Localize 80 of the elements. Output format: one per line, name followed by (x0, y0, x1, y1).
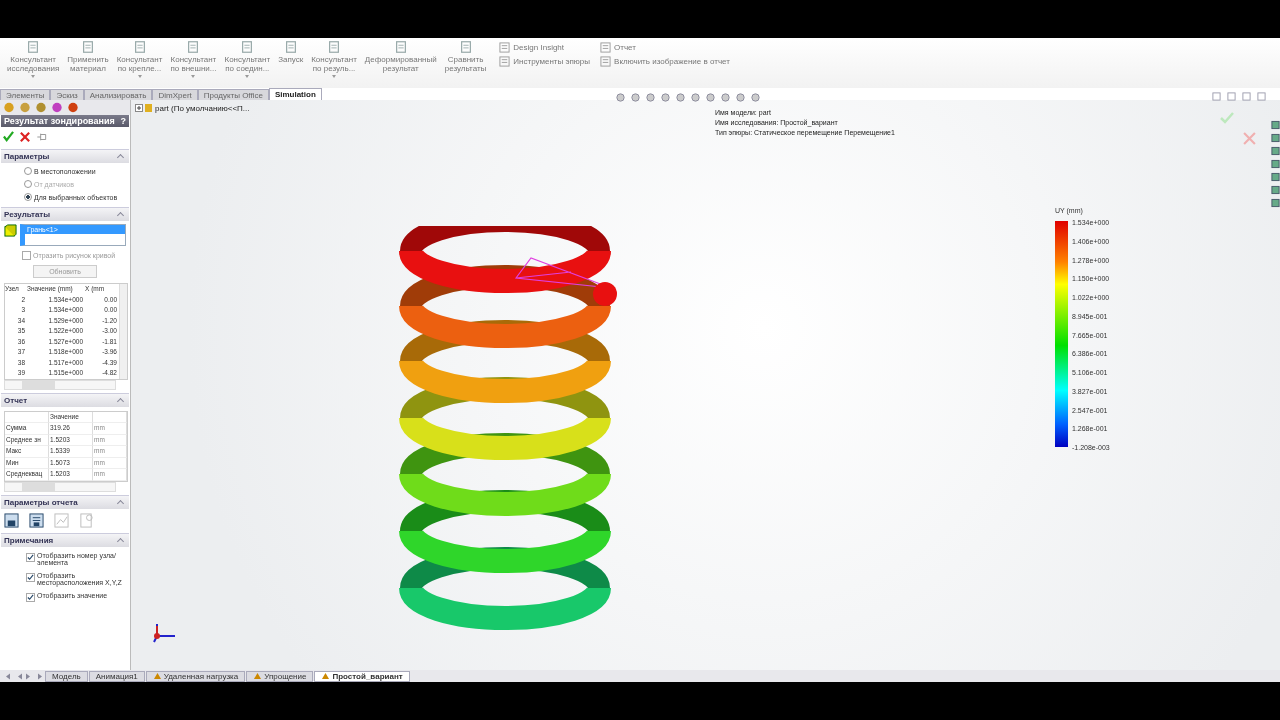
ribbon-button[interactable]: Консультант по внешни... (167, 40, 220, 80)
tool-icon (240, 40, 255, 54)
checkbox[interactable] (22, 251, 31, 260)
study-tab[interactable]: Простой_вариант (314, 670, 410, 682)
panel-title: Результат зондирования ? (1, 115, 129, 127)
view-tool-icon[interactable] (690, 92, 701, 103)
view-tool-icon[interactable] (615, 92, 626, 103)
panel-tab-icon[interactable] (2, 101, 16, 114)
panel-tab-icon[interactable] (66, 101, 80, 114)
radio-button[interactable] (24, 193, 32, 201)
save-report-icon[interactable] (4, 512, 19, 528)
save-report-icon[interactable] (29, 512, 44, 528)
tool-icon (600, 56, 612, 67)
scrollbar[interactable] (4, 379, 116, 390)
ribbon-button[interactable]: Консультант по крепле... (113, 40, 166, 80)
confirm-check-icon[interactable] (1220, 112, 1234, 124)
section-header[interactable]: Результаты (1, 207, 129, 221)
tool-icon (327, 40, 341, 54)
study-tab[interactable]: Модель (45, 670, 88, 682)
section-header[interactable]: Параметры (1, 149, 129, 163)
study-icon (152, 672, 162, 680)
ok-check-icon[interactable] (3, 131, 14, 142)
tool-icon (26, 40, 41, 54)
part-icon (135, 103, 153, 113)
tree-item[interactable]: part (По умолчанию<<П... (135, 103, 250, 113)
ribbon-button[interactable]: Применить материал (64, 40, 112, 73)
section-header[interactable]: Параметры отчета (1, 494, 129, 509)
help-text: ? (120, 116, 126, 126)
table-cell (5, 411, 49, 423)
view-tool-icon[interactable] (630, 92, 641, 103)
ribbon-button[interactable]: Деформированный результат (361, 40, 440, 73)
ribbon-button[interactable]: Консультант по соедин... (221, 40, 274, 80)
command-tab[interactable]: Simulation (268, 88, 322, 100)
ribbon-button[interactable]: Включить изображение в отчет (600, 56, 730, 67)
tool-icon (458, 40, 473, 54)
panel-tab-icon[interactable] (50, 101, 64, 114)
view-tool-icon[interactable] (675, 92, 686, 103)
view-tool-icon[interactable] (720, 92, 731, 103)
ribbon-button[interactable]: Инструменты эпюры (499, 56, 591, 67)
study-icon (321, 672, 331, 680)
panel-tab-icon[interactable] (34, 101, 48, 114)
table-cell (93, 411, 127, 423)
scrollbar[interactable] (119, 284, 127, 379)
ribbon-button[interactable]: Design Insight (499, 42, 591, 53)
ribbon-button[interactable]: Отчет (600, 42, 730, 53)
view-tool-icon[interactable] (645, 92, 656, 103)
tool-icon (283, 40, 298, 54)
tool-icon (499, 42, 511, 53)
view-tool-icon[interactable] (750, 92, 761, 103)
face-icon (4, 224, 17, 237)
checkbox[interactable] (26, 552, 35, 562)
tool-icon (132, 40, 147, 54)
tool-icon (186, 40, 201, 54)
ribbon-button[interactable]: Сравнить результаты (441, 40, 490, 73)
section-header[interactable]: Примечания (1, 532, 129, 547)
tool-icon (499, 56, 511, 67)
study-tab[interactable]: Анимация1 (88, 670, 145, 682)
pin-icon[interactable] (36, 131, 47, 142)
panel-tab-icon[interactable] (18, 101, 32, 114)
study-tab[interactable]: Упрощение (246, 670, 314, 682)
chart-icon[interactable] (54, 512, 69, 528)
scrollbar[interactable] (4, 481, 116, 492)
section-header[interactable]: Отчет (1, 392, 129, 407)
tool-icon (600, 42, 612, 53)
view-tool-icon[interactable] (735, 92, 746, 103)
ribbon-button[interactable]: Запуск (275, 40, 307, 64)
checkbox[interactable] (26, 572, 35, 582)
study-tab[interactable]: Удаленная нагрузка (145, 670, 246, 682)
tab-scroll-icon[interactable] (4, 671, 44, 681)
close-icon[interactable] (20, 131, 30, 142)
study-icon (253, 672, 263, 680)
radio-button[interactable] (24, 167, 32, 175)
tool-icon (81, 40, 96, 54)
view-tool-icon[interactable] (705, 92, 716, 103)
checkbox[interactable] (26, 592, 35, 602)
ribbon-button[interactable]: Консультант исследования (4, 40, 63, 80)
ribbon-button[interactable]: Консультант по резуль... (308, 40, 360, 80)
tool-icon (393, 40, 408, 54)
view-tool-icon[interactable] (660, 92, 671, 103)
document-icon[interactable] (79, 512, 94, 528)
